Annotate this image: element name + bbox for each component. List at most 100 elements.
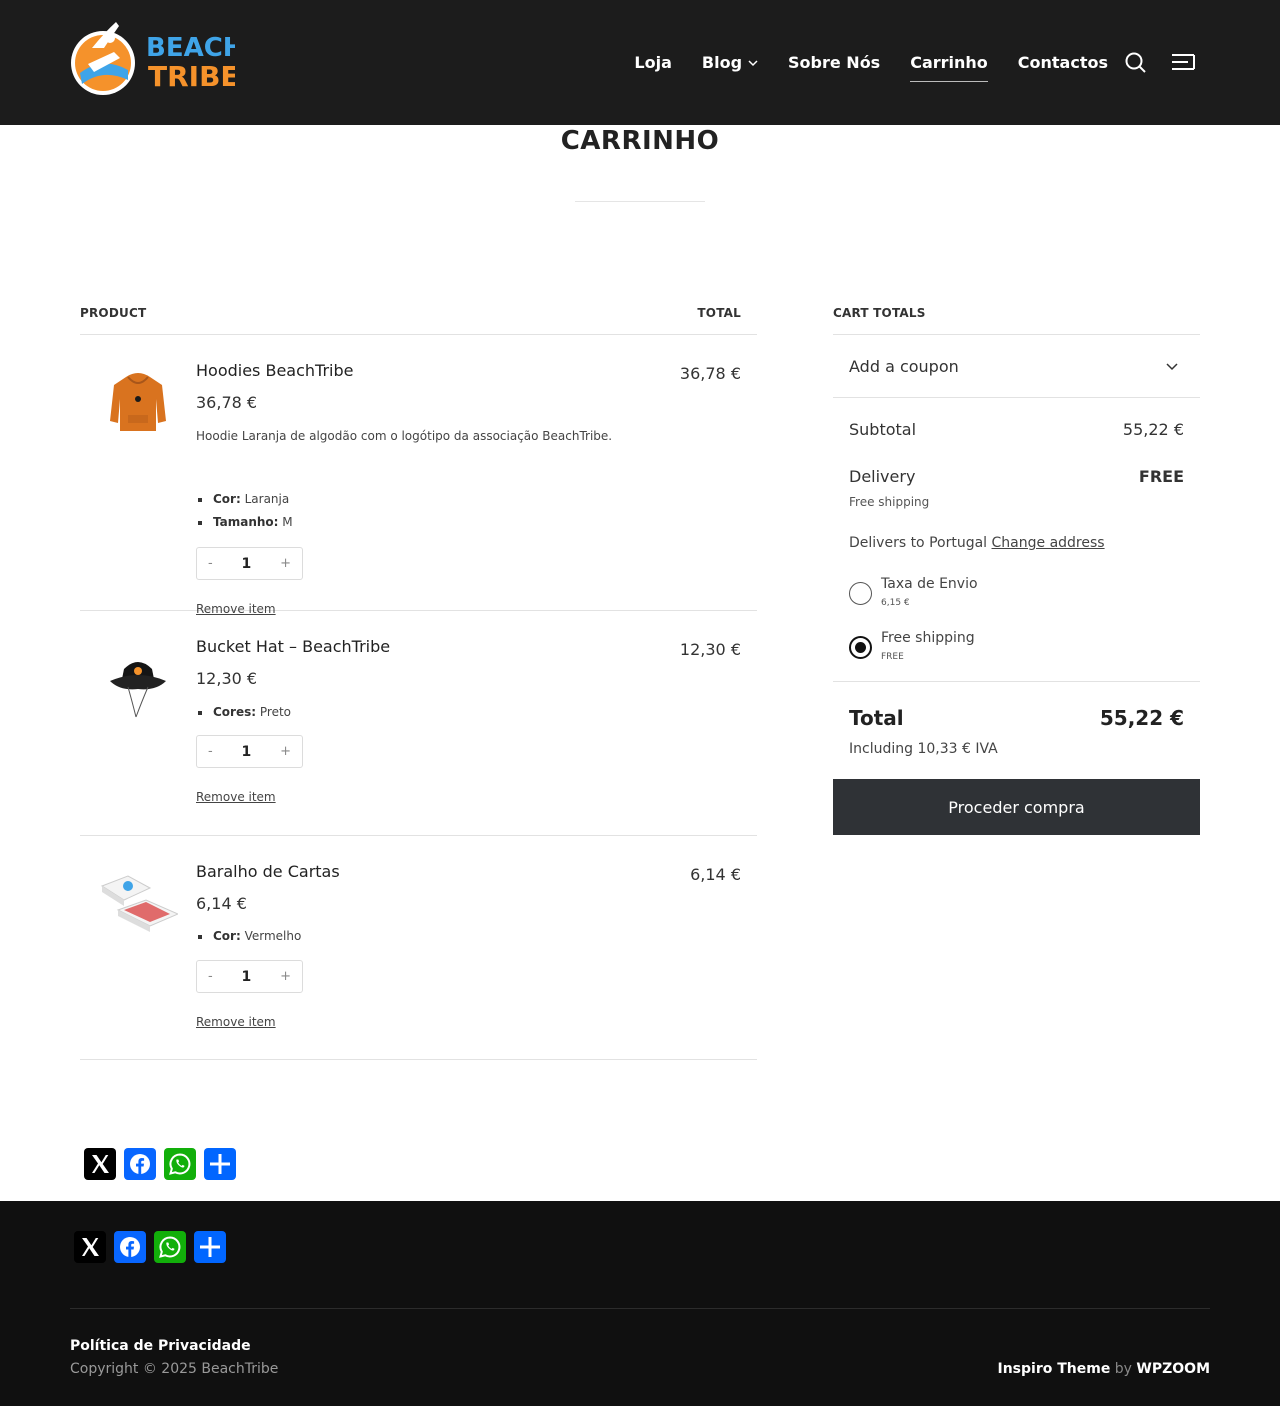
menu-icon (1172, 54, 1195, 70)
product-name-link[interactable]: Baralho de Cartas (196, 862, 340, 881)
product-attributes: Cor: Laranja Tamanho: M (196, 492, 293, 538)
nav-item-blog[interactable]: Blog (702, 53, 758, 72)
share-icon (200, 1237, 220, 1257)
main-nav: Loja Blog Sobre Nós Carrinho Contactos (604, 0, 1108, 125)
attribute-item: Tamanho: M (196, 515, 293, 538)
row-total: 6,14 € (690, 865, 741, 884)
share-more-button[interactable] (194, 1231, 226, 1263)
svg-text:TRIBE: TRIBE (148, 60, 235, 93)
site-logo[interactable]: BEACH TRIBE (70, 18, 245, 100)
x-icon (92, 1155, 109, 1173)
quantity-increase-button[interactable]: + (280, 556, 291, 571)
cart-table: PRODUCT TOTAL Hoodies BeachTribe 36,78 €… (80, 298, 757, 1060)
footer-divider (70, 1308, 1210, 1309)
site-footer: Política de Privacidade Copyright © 2025… (0, 1201, 1280, 1406)
product-price: 12,30 € (196, 669, 258, 688)
whatsapp-icon (159, 1236, 181, 1258)
menu-toggle-button[interactable] (1170, 48, 1196, 76)
attribute-item: Cores: Preto (196, 705, 291, 728)
nav-item-contactos[interactable]: Contactos (1018, 53, 1108, 72)
quantity-increase-button[interactable]: + (280, 969, 291, 984)
product-price: 6,14 € (196, 894, 247, 913)
share-whatsapp-button[interactable] (154, 1231, 186, 1263)
facebook-icon (130, 1154, 150, 1174)
checkout-button[interactable]: Proceder compra (833, 779, 1200, 835)
quantity-increase-button[interactable]: + (280, 744, 291, 759)
search-icon (1125, 52, 1146, 73)
quantity-input[interactable]: 1 (242, 556, 252, 572)
shipping-radio-free-shipping[interactable] (849, 636, 872, 659)
column-header-product: PRODUCT (80, 306, 147, 320)
attribute-item: Cor: Laranja (196, 492, 293, 515)
change-address-link[interactable]: Change address (992, 535, 1105, 551)
copyright-text: Copyright © 2025 BeachTribe (70, 1361, 279, 1377)
attribute-key: Cor: (213, 492, 241, 506)
product-thumbnail[interactable] (98, 639, 178, 719)
product-description: Hoodie Laranja de algodão com o logótipo… (196, 429, 613, 443)
share-whatsapp-button[interactable] (164, 1148, 196, 1180)
attribute-key: Cores: (213, 705, 257, 719)
wpzoom-link[interactable]: WPZOOM (1136, 1361, 1210, 1377)
quantity-stepper: - 1 + (196, 547, 303, 580)
coupon-label: Add a coupon (849, 357, 959, 376)
nav-item-sobre-nos[interactable]: Sobre Nós (788, 53, 880, 72)
coupon-toggle[interactable]: Add a coupon (833, 335, 1200, 398)
delivers-to: Delivers to Portugal Change address (849, 535, 1105, 551)
chevron-down-icon (748, 59, 758, 66)
credit-by: by (1110, 1361, 1137, 1377)
shipping-option-price: FREE (881, 652, 904, 662)
nav-item-label: Blog (701, 53, 743, 72)
cart-item-row: Baralho de Cartas 6,14 € Cor: Vermelho -… (80, 836, 757, 1060)
quantity-decrease-button[interactable]: - (208, 744, 213, 759)
nav-item-loja[interactable]: Loja (634, 53, 671, 72)
share-more-button[interactable] (204, 1148, 236, 1180)
attribute-value: M (278, 515, 293, 529)
row-total: 36,78 € (679, 364, 741, 383)
attribute-item: Cor: Vermelho (196, 929, 301, 952)
subtotal-value: 55,22 € (1122, 420, 1184, 439)
x-icon (82, 1238, 99, 1256)
nav-item-label: Sobre Nós (788, 53, 881, 72)
attribute-key: Cor: (213, 929, 241, 943)
cart-item-row: Bucket Hat – BeachTribe 12,30 € Cores: P… (80, 611, 757, 836)
site-header: BEACH TRIBE Loja Blog Sobre Nós Carrinho… (0, 0, 1280, 125)
share-x-button[interactable] (84, 1148, 116, 1180)
product-name-link[interactable]: Bucket Hat – BeachTribe (196, 637, 390, 656)
shipping-option-label: Free shipping (881, 630, 975, 646)
facebook-icon (120, 1237, 140, 1257)
attribute-value: Laranja (240, 492, 290, 506)
share-facebook-button[interactable] (114, 1231, 146, 1263)
shipping-radio-taxa-de-envio[interactable] (849, 582, 872, 605)
subtotal-label: Subtotal (849, 420, 917, 439)
product-thumbnail[interactable] (98, 363, 178, 443)
remove-item-link[interactable]: Remove item (196, 1015, 276, 1029)
page-title: CARRINHO (560, 126, 720, 156)
product-name-link[interactable]: Hoodies BeachTribe (196, 361, 353, 380)
bucket-hat-icon (110, 662, 166, 718)
tax-note: Including 10,33 € IVA (849, 741, 998, 757)
attribute-key: Tamanho: (213, 515, 279, 529)
theme-link[interactable]: Inspiro Theme (998, 1361, 1111, 1377)
search-button[interactable] (1124, 48, 1148, 76)
quantity-decrease-button[interactable]: - (208, 969, 213, 984)
svg-text:BEACH: BEACH (146, 33, 235, 63)
product-thumbnail[interactable] (98, 864, 180, 944)
shipping-option-label: Taxa de Envio (881, 576, 978, 592)
row-total: 12,30 € (679, 640, 741, 659)
quantity-input[interactable]: 1 (242, 969, 252, 985)
share-x-button[interactable] (74, 1231, 106, 1263)
share-facebook-button[interactable] (124, 1148, 156, 1180)
nav-item-carrinho[interactable]: Carrinho (910, 53, 988, 82)
delivery-value: FREE (1138, 467, 1184, 486)
quantity-stepper: - 1 + (196, 735, 303, 768)
privacy-policy-link[interactable]: Política de Privacidade (70, 1338, 251, 1354)
title-divider (575, 201, 705, 202)
quantity-input[interactable]: 1 (242, 744, 252, 760)
share-buttons (84, 1148, 244, 1180)
whatsapp-icon (169, 1153, 191, 1175)
attribute-value: Preto (256, 705, 292, 719)
quantity-decrease-button[interactable]: - (208, 556, 213, 571)
column-header-total: TOTAL (697, 306, 741, 320)
beachtribe-logo-icon: BEACH TRIBE (71, 22, 245, 95)
remove-item-link[interactable]: Remove item (196, 790, 276, 804)
